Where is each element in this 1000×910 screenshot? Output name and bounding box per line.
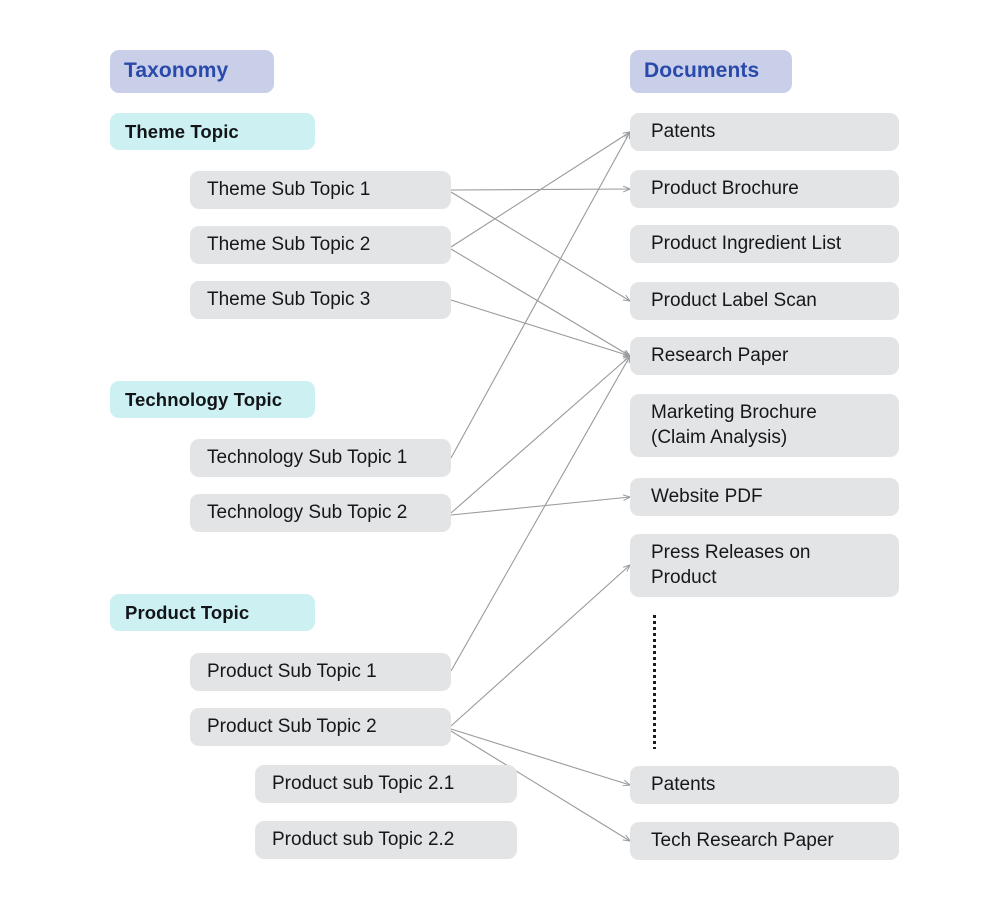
column-header-documents-label: Documents [644,59,760,83]
connector-product_sub_1-to-doc_research [450,356,630,672]
connector-tech_sub_1-to-doc_patents_top [450,132,630,459]
connector-product_sub_2-to-doc_press [450,565,630,727]
connector-lines [450,132,630,841]
document-node-doc_tech_research[interactable]: Tech Research Paper [630,822,899,860]
document-node-doc_label_scan[interactable]: Product Label Scan [630,282,899,320]
node-label: Product Sub Topic 2 [207,715,377,737]
node-label: Theme Sub Topic 3 [207,288,371,310]
taxonomy-node-tech_sub_2[interactable]: Technology Sub Topic 2 [190,494,451,532]
connector-theme_sub_3-to-doc_research [450,299,630,356]
taxonomy-section-tech_topic[interactable]: Technology Topic [110,381,315,418]
taxonomy-node-product_sub_1[interactable]: Product Sub Topic 1 [190,653,451,691]
column-header-taxonomy-label: Taxonomy [124,59,229,83]
column-header-taxonomy: Taxonomy [110,50,274,93]
node-label: Website PDF [651,485,763,507]
node-label: Technology Sub Topic 2 [207,501,408,523]
taxonomy-node-product_sub_22[interactable]: Product sub Topic 2.2 [255,821,517,859]
connector-theme_sub_2-to-doc_research [450,248,630,356]
node-label: Tech Research Paper [651,829,834,851]
node-label: Theme Sub Topic 1 [207,178,371,200]
node-label: Theme Sub Topic 2 [207,233,371,255]
connector-theme_sub_1-to-doc_label_scan [450,191,630,301]
document-node-doc_ingredient[interactable]: Product Ingredient List [630,225,899,263]
node-label: Product Label Scan [651,289,817,311]
node-label: Theme Topic [125,120,239,142]
document-node-doc_brochure[interactable]: Product Brochure [630,170,899,208]
node-label: Technology Sub Topic 1 [207,446,408,468]
node-label: Patents [651,773,716,795]
connector-theme_sub_1-to-doc_brochure [450,189,630,190]
node-label: Press Releases on Product [651,542,811,588]
documents-continuation-divider [653,615,656,749]
node-label: Technology Topic [125,388,283,410]
node-label: Product Brochure [651,177,799,199]
document-node-doc_patents_top[interactable]: Patents [630,113,899,151]
node-label: Product Ingredient List [651,232,842,254]
taxonomy-section-product_topic[interactable]: Product Topic [110,594,315,631]
diagram-canvas: Taxonomy Documents Theme Topic Theme Sub … [0,0,1000,910]
connector-theme_sub_2-to-doc_patents_top [450,132,630,248]
taxonomy-node-product_sub_2[interactable]: Product Sub Topic 2 [190,708,451,746]
document-node-doc_marketing[interactable]: Marketing Brochure (Claim Analysis) [630,394,899,457]
taxonomy-node-product_sub_21[interactable]: Product sub Topic 2.1 [255,765,517,803]
taxonomy-node-tech_sub_1[interactable]: Technology Sub Topic 1 [190,439,451,477]
node-label: Product sub Topic 2.2 [272,828,455,850]
taxonomy-node-theme_sub_3[interactable]: Theme Sub Topic 3 [190,281,451,319]
column-header-documents: Documents [630,50,792,93]
document-node-doc_website[interactable]: Website PDF [630,478,899,516]
node-label: Product Sub Topic 1 [207,660,377,682]
node-label: Marketing Brochure (Claim Analysis) [651,402,817,448]
connector-tech_sub_2-to-doc_website [450,497,630,516]
node-label: Research Paper [651,344,789,366]
taxonomy-section-theme_topic[interactable]: Theme Topic [110,113,315,150]
document-node-doc_research[interactable]: Research Paper [630,337,899,375]
taxonomy-node-theme_sub_2[interactable]: Theme Sub Topic 2 [190,226,451,264]
taxonomy-node-theme_sub_1[interactable]: Theme Sub Topic 1 [190,171,451,209]
node-label: Product sub Topic 2.1 [272,772,455,794]
document-node-doc_patents_bot[interactable]: Patents [630,766,899,804]
node-label: Product Topic [125,601,250,623]
connector-tech_sub_2-to-doc_research [450,356,630,514]
document-node-doc_press[interactable]: Press Releases on Product [630,534,899,597]
node-label: Patents [651,120,716,142]
